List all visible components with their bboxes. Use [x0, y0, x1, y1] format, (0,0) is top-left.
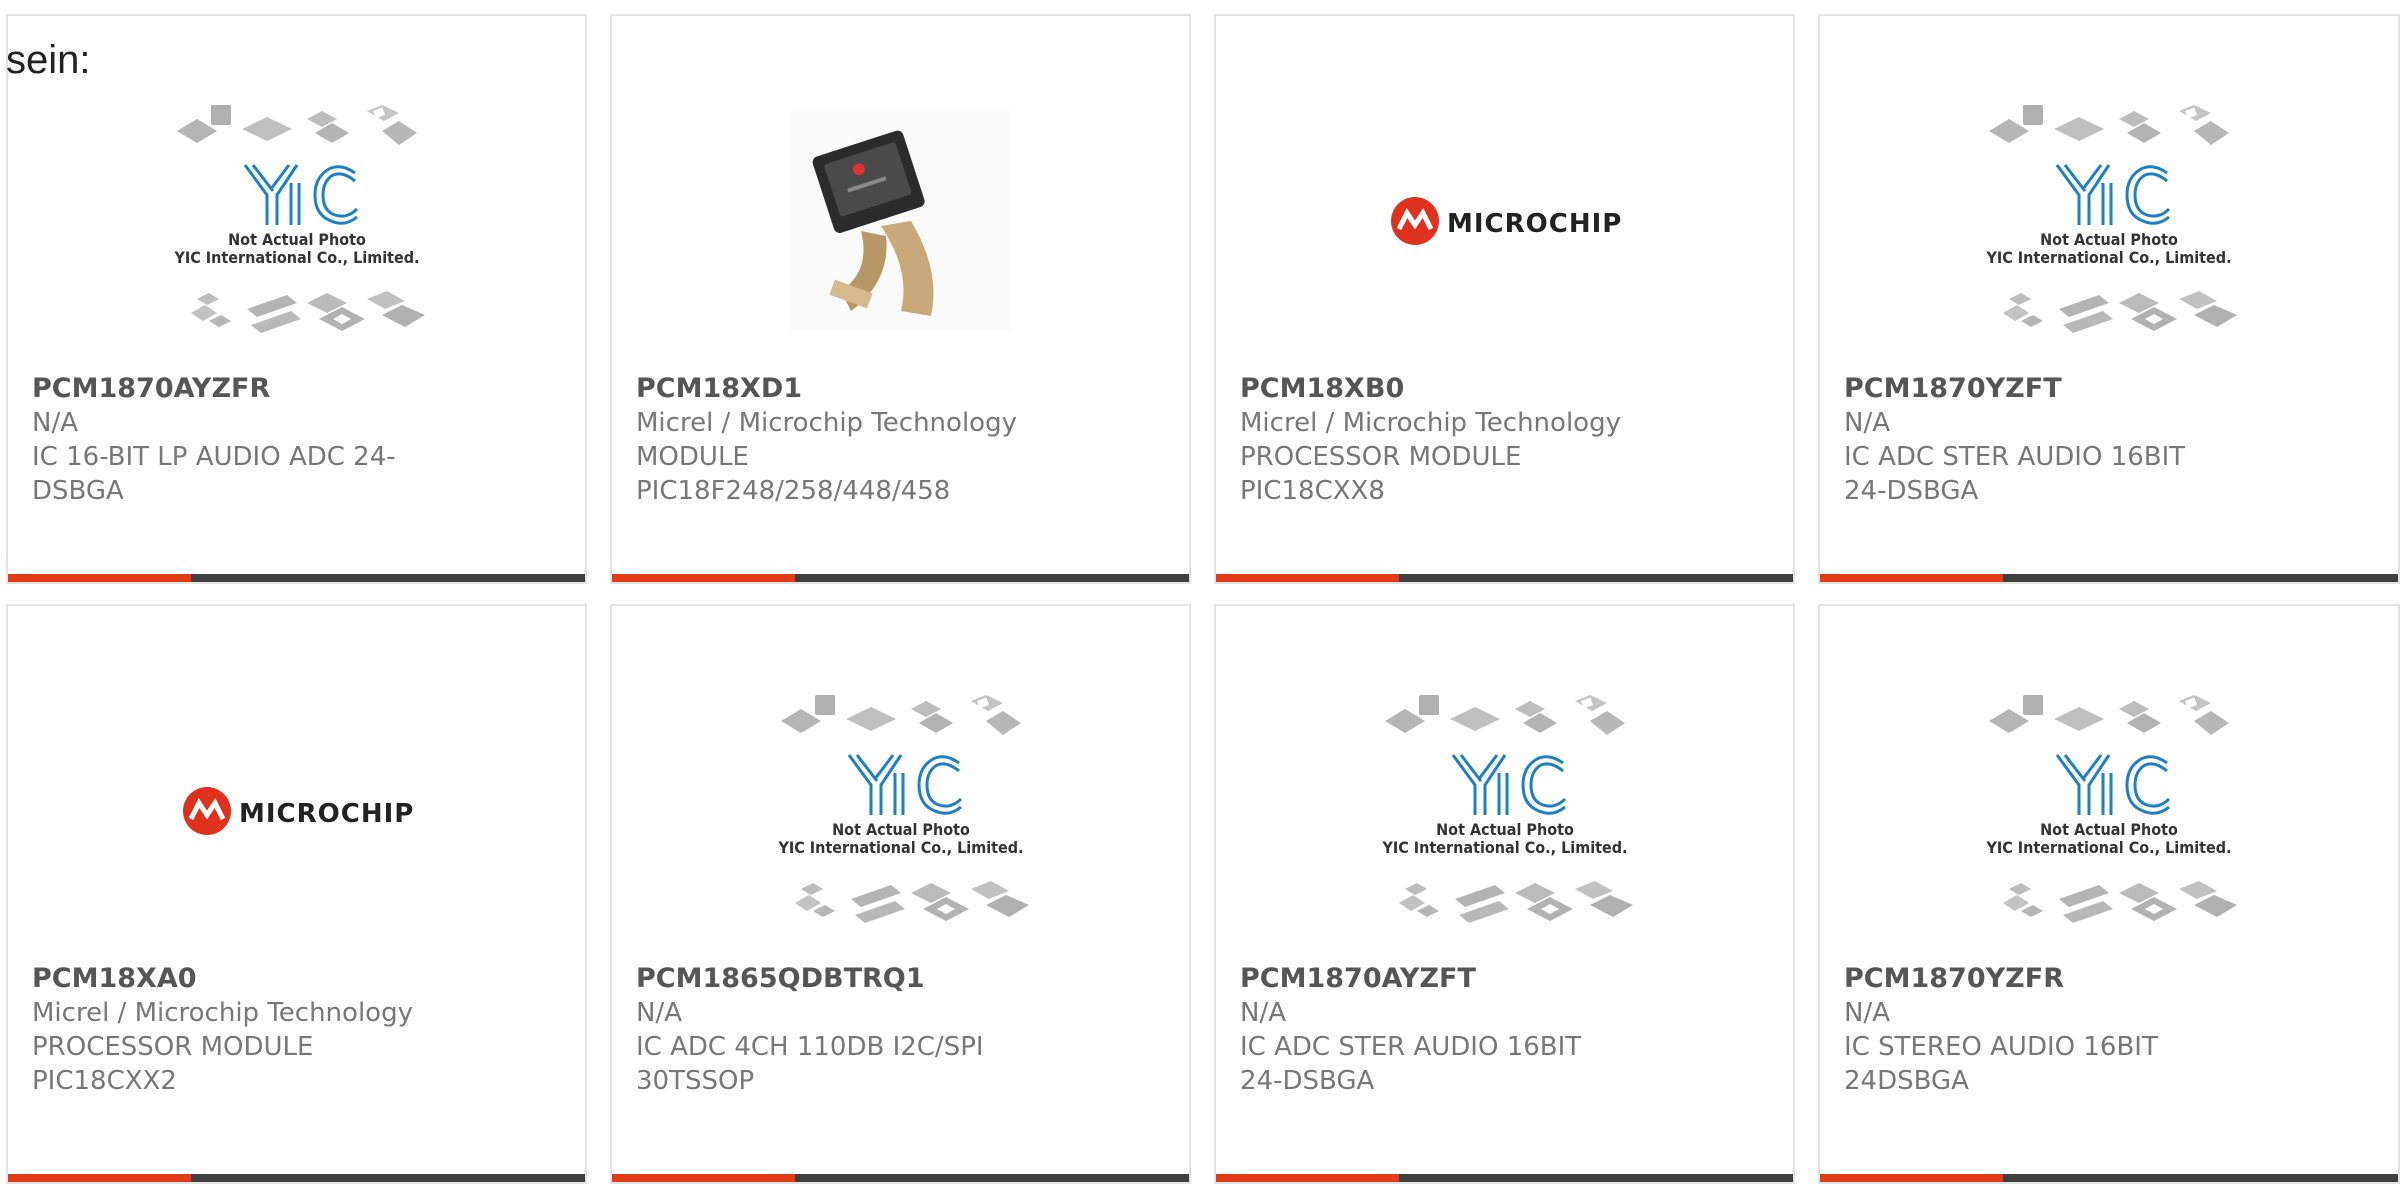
product-image-placeholder: Not Actual Photo YIC International Co., … — [8, 86, 585, 356]
manufacturer: Micrel / Microchip Technology — [1240, 408, 1621, 438]
product-image-placeholder: Not Actual Photo YIC International Co., … — [1820, 676, 2398, 946]
product-card[interactable]: MICROCHIP PCM18XB0 Micrel / Microchip Te… — [1214, 14, 1795, 584]
microchip-logo: MICROCHIP — [8, 676, 585, 946]
part-number[interactable]: PCM1870AYZFR — [32, 372, 561, 406]
description: IC 16-BIT LP AUDIO ADC 24-DSBGA — [32, 442, 396, 506]
card-accent-bar — [1216, 1174, 1793, 1182]
svg-text:YIC International Co., Limited: YIC International Co., Limited. — [173, 248, 419, 267]
product-card[interactable]: MICROCHIP PCM18XA0 Micrel / Microchip Te… — [6, 604, 587, 1184]
part-number[interactable]: PCM18XD1 — [636, 372, 1165, 406]
part-number[interactable]: PCM1870YZFT — [1844, 372, 2374, 406]
svg-text:YIC International Co., Limited: YIC International Co., Limited. — [777, 838, 1023, 857]
description: PROCESSOR MODULE PIC18CXX8 — [1240, 442, 1522, 506]
manufacturer: Micrel / Microchip Technology — [636, 408, 1017, 438]
card-accent-bar — [1820, 574, 2398, 582]
product-image-placeholder: Not Actual Photo YIC International Co., … — [612, 676, 1189, 946]
product-image-placeholder: Not Actual Photo YIC International Co., … — [1820, 86, 2398, 356]
svg-text:YIC International Co., Limited: YIC International Co., Limited. — [1381, 838, 1627, 857]
svg-text:YIC International Co., Limited: YIC International Co., Limited. — [1985, 838, 2231, 857]
manufacturer: N/A — [1240, 998, 1286, 1028]
card-accent-bar — [8, 574, 585, 582]
description: MODULE PIC18F248/258/448/458 — [636, 442, 951, 506]
svg-text:MICROCHIP: MICROCHIP — [239, 799, 414, 829]
svg-text:YIC International Co., Limited: YIC International Co., Limited. — [1985, 248, 2231, 267]
description: IC ADC STER AUDIO 16BIT 24-DSBGA — [1844, 442, 2186, 506]
part-number[interactable]: PCM1870YZFR — [1844, 962, 2374, 996]
description: IC STEREO AUDIO 16BIT 24DSBGA — [1844, 1032, 2158, 1096]
product-card[interactable]: PCM18XD1 Micrel / Microchip Technology M… — [610, 14, 1191, 584]
svg-text:Not Actual Photo: Not Actual Photo — [2040, 230, 2178, 249]
product-card[interactable]: Not Actual Photo YIC International Co., … — [610, 604, 1191, 1184]
svg-text:Not Actual Photo: Not Actual Photo — [2040, 820, 2178, 839]
part-number[interactable]: PCM18XA0 — [32, 962, 561, 996]
card-accent-bar — [1216, 574, 1793, 582]
part-number[interactable]: PCM18XB0 — [1240, 372, 1769, 406]
product-image-placeholder: Not Actual Photo YIC International Co., … — [1216, 676, 1793, 946]
description: PROCESSOR MODULE PIC18CXX2 — [32, 1032, 314, 1096]
svg-text:Not Actual Photo: Not Actual Photo — [832, 820, 970, 839]
product-card[interactable]: Not Actual Photo YIC International Co., … — [1818, 14, 2400, 584]
card-accent-bar — [612, 574, 1189, 582]
description: IC ADC STER AUDIO 16BIT 24-DSBGA — [1240, 1032, 1582, 1096]
manufacturer: N/A — [32, 408, 78, 438]
part-number[interactable]: PCM1870AYZFT — [1240, 962, 1769, 996]
card-accent-bar — [8, 1174, 585, 1182]
product-card[interactable]: Not Actual Photo YIC International Co., … — [6, 14, 587, 584]
product-card[interactable]: Not Actual Photo YIC International Co., … — [1818, 604, 2400, 1184]
description: IC ADC 4CH 110DB I2C/SPI 30TSSOP — [636, 1032, 984, 1096]
svg-text:Not Actual Photo: Not Actual Photo — [1436, 820, 1574, 839]
manufacturer: Micrel / Microchip Technology — [32, 998, 413, 1028]
product-card[interactable]: Not Actual Photo YIC International Co., … — [1214, 604, 1795, 1184]
card-accent-bar — [612, 1174, 1189, 1182]
manufacturer: N/A — [636, 998, 682, 1028]
manufacturer: N/A — [1844, 408, 1890, 438]
svg-text:Not Actual Photo: Not Actual Photo — [228, 230, 366, 249]
microchip-logo: MICROCHIP — [1216, 86, 1793, 356]
product-photo — [612, 86, 1189, 356]
manufacturer: N/A — [1844, 998, 1890, 1028]
page-label: sein: — [6, 38, 91, 82]
svg-text:MICROCHIP: MICROCHIP — [1447, 209, 1622, 239]
card-accent-bar — [1820, 1174, 2398, 1182]
part-number[interactable]: PCM1865QDBTRQ1 — [636, 962, 1165, 996]
